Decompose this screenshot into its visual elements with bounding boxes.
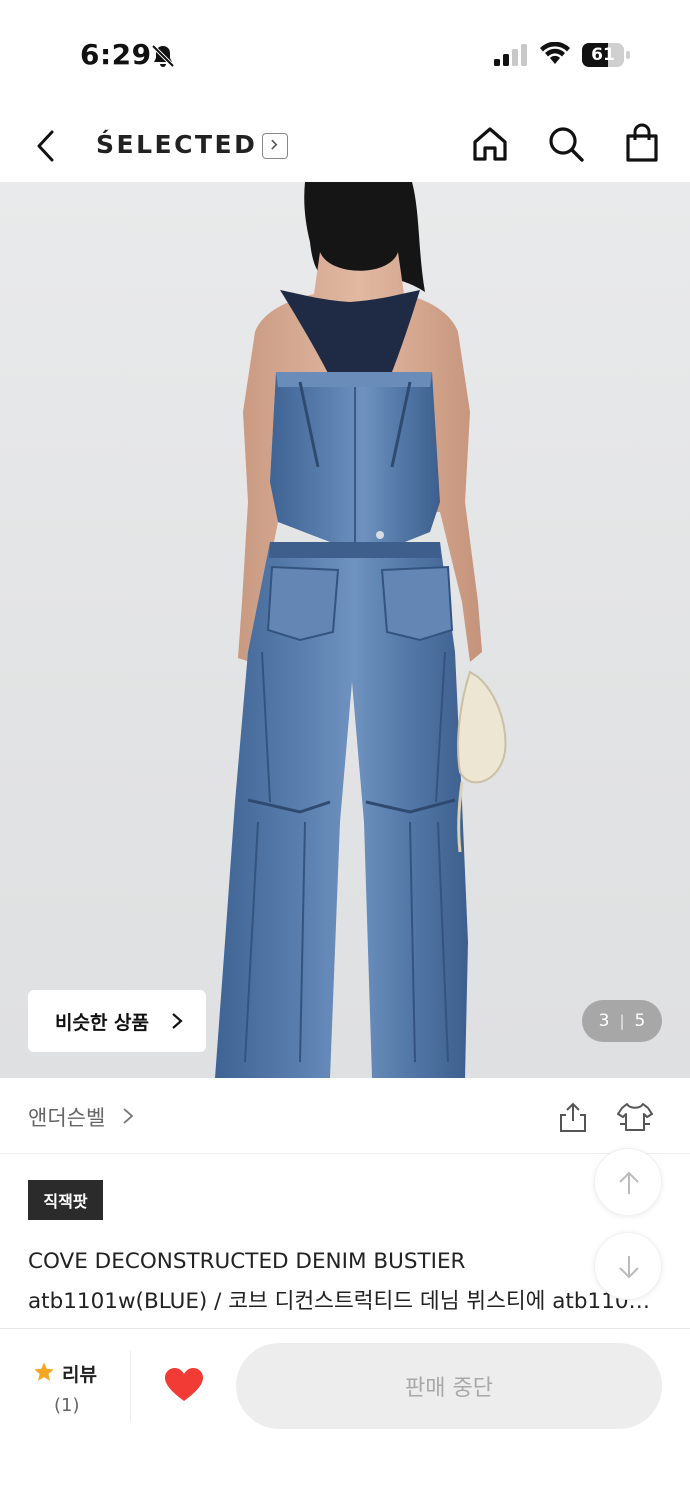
- status-time: 6:29: [80, 38, 152, 71]
- status-bar: 6:29 61: [0, 0, 690, 100]
- chevron-right-icon: [123, 1108, 134, 1124]
- product-title-line2: atb1101w(BLUE) / 코브 디컨스트럭티드 데님 뷔스티에 atb1…: [28, 1289, 654, 1314]
- product-title: COVE DECONSTRUCTED DENIM BUSTIER atb1101…: [28, 1242, 658, 1322]
- home-icon[interactable]: [470, 124, 510, 164]
- divider: [130, 1351, 131, 1421]
- chevron-right-box-icon[interactable]: [262, 133, 288, 159]
- shopping-bag-icon[interactable]: [622, 122, 662, 164]
- page-total: 5: [634, 1011, 646, 1031]
- signal-icon: [494, 44, 527, 66]
- review-label: 리뷰: [62, 1364, 97, 1386]
- wifi-icon: [540, 42, 570, 64]
- similar-products-button[interactable]: 비슷한 상품: [28, 990, 206, 1052]
- star-icon: [34, 1362, 54, 1381]
- store-row: 앤더슨벨: [0, 1078, 690, 1154]
- page-current: 3: [598, 1011, 610, 1031]
- product-title-line1: COVE DECONSTRUCTED DENIM BUSTIER: [28, 1249, 466, 1274]
- bottom-action-bar: 리뷰 (1) 판매 중단: [0, 1328, 690, 1500]
- share-icon[interactable]: [556, 1100, 590, 1134]
- arrow-down-icon: [619, 1256, 639, 1279]
- direct-badge: 직잭팟: [28, 1180, 103, 1220]
- product-photo: [215, 182, 507, 1078]
- similar-products-label: 비슷한 상품: [55, 1011, 150, 1034]
- image-page-counter: 3 | 5: [582, 1000, 662, 1042]
- nav-bar: ŚELECTED: [0, 104, 690, 184]
- page-separator: |: [619, 1012, 625, 1030]
- store-link[interactable]: 앤더슨벨: [28, 1102, 105, 1132]
- product-image-carousel[interactable]: 비슷한 상품 3 | 5: [0, 182, 690, 1078]
- heart-icon[interactable]: [164, 1367, 204, 1403]
- arrow-up-icon: [619, 1171, 639, 1194]
- review-button[interactable]: 리뷰 (1): [28, 1357, 102, 1421]
- hanger-icon[interactable]: [616, 1100, 654, 1134]
- bell-slash-icon: [151, 44, 175, 68]
- search-icon[interactable]: [546, 124, 586, 164]
- scroll-to-bottom-button[interactable]: [594, 1232, 662, 1300]
- back-chevron-icon[interactable]: [28, 126, 64, 166]
- sold-out-button[interactable]: 판매 중단: [236, 1343, 662, 1429]
- battery-level: 61: [591, 45, 615, 65]
- brand-logo[interactable]: ŚELECTED: [96, 130, 257, 159]
- battery-icon: 61: [582, 43, 630, 67]
- scroll-to-top-button[interactable]: [594, 1148, 662, 1216]
- review-count: (1): [54, 1395, 80, 1416]
- chevron-right-icon: [172, 1013, 183, 1029]
